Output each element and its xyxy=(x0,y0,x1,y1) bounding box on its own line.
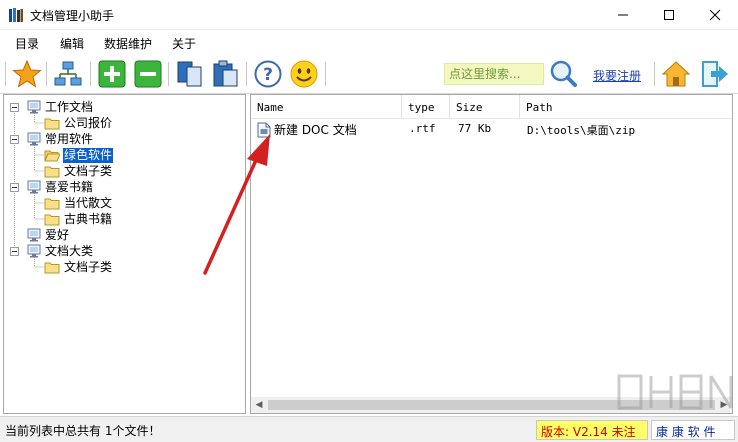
tree-node[interactable]: 绿色软件 xyxy=(44,147,114,163)
tree-node-label: 常用软件 xyxy=(45,131,94,146)
star-icon[interactable] xyxy=(12,59,42,89)
document-file-icon xyxy=(257,122,271,138)
tree-node-label: 公司报价 xyxy=(64,115,113,130)
tree-node[interactable]: 古典书籍 xyxy=(44,211,113,227)
status-message: 当前列表中总共有 1个文件！ xyxy=(5,424,161,438)
tree-node-label: 古典书籍 xyxy=(64,211,113,226)
tree-node-label: 工作文档 xyxy=(45,99,94,114)
column-type[interactable]: type xyxy=(402,95,450,119)
minimize-button[interactable] xyxy=(600,0,646,30)
tree-node-label: 当代散文 xyxy=(64,195,113,210)
computer-icon xyxy=(27,244,41,258)
column-path[interactable]: Path xyxy=(520,95,732,119)
close-icon xyxy=(709,9,721,21)
folder-icon xyxy=(44,118,60,129)
tree-node[interactable]: 当代散文 xyxy=(44,195,113,211)
folder-icon xyxy=(44,166,60,177)
file-path: D:\tools\桌面\zip xyxy=(527,124,636,137)
search-icon[interactable] xyxy=(548,59,578,89)
list-header: Name type Size Path xyxy=(251,95,732,119)
search-input[interactable]: 点这里搜索... xyxy=(444,63,544,85)
close-button[interactable] xyxy=(692,0,738,30)
tree-node-label: 爱好 xyxy=(45,227,70,242)
tree-collapse-icon[interactable] xyxy=(10,134,19,144)
toolbar-separator xyxy=(90,62,91,86)
tree-collapse-icon[interactable] xyxy=(10,102,19,112)
window-title: 文档管理小助手 xyxy=(30,9,115,23)
tree-node-label: 绿色软件 xyxy=(63,147,114,163)
tree-node[interactable]: 文档大类 xyxy=(10,243,94,259)
register-link[interactable]: 我要注册 xyxy=(593,67,641,84)
menu-catalog[interactable]: 目录 xyxy=(15,35,39,52)
tree-node[interactable]: 文档子类 xyxy=(44,259,113,275)
network-icon[interactable] xyxy=(53,59,83,89)
menu-about[interactable]: 关于 xyxy=(172,35,196,52)
computer-icon xyxy=(27,180,41,194)
menu-edit[interactable]: 编辑 xyxy=(60,35,84,52)
tree-node[interactable]: 公司报价 xyxy=(44,115,113,131)
watermark-logo-icon xyxy=(617,374,733,410)
column-name[interactable]: Name xyxy=(251,95,402,119)
svg-text:?: ? xyxy=(263,65,273,85)
help-icon[interactable]: ? xyxy=(253,59,283,89)
smiley-icon[interactable] xyxy=(289,59,319,89)
version-badge: 版本: V2.14 未注册 xyxy=(536,420,648,440)
file-type: .rtf xyxy=(409,122,436,135)
toolbar-separator xyxy=(654,62,655,86)
maximize-icon xyxy=(664,10,674,20)
tree-node[interactable]: 工作文档 xyxy=(10,99,94,115)
file-size: 77 Kb xyxy=(458,122,492,135)
exit-icon[interactable] xyxy=(700,59,730,89)
menu-data-maintenance[interactable]: 数据维护 xyxy=(104,35,152,52)
folder-open-icon xyxy=(44,150,60,161)
folder-icon xyxy=(44,198,60,209)
tree-node-label: 喜爱书籍 xyxy=(45,179,94,194)
computer-icon xyxy=(27,228,41,242)
tree-node-label: 文档子类 xyxy=(64,259,113,274)
tree-node[interactable]: 文档子类 xyxy=(44,163,113,179)
tree-node-label: 文档大类 xyxy=(45,243,94,258)
copy-icon[interactable] xyxy=(175,59,205,89)
tree-node[interactable]: 喜爱书籍 xyxy=(10,179,94,195)
folder-icon xyxy=(44,262,60,273)
toolbar-separator xyxy=(246,62,247,86)
toolbar-separator xyxy=(168,62,169,86)
toolbar: ? 点这里搜索... 我要注册 xyxy=(0,56,738,94)
status-bar: 当前列表中总共有 1个文件！ 版本: V2.14 未注册 康 康 软 件 xyxy=(0,416,738,442)
maximize-button[interactable] xyxy=(646,0,692,30)
tree-node[interactable]: 常用软件 xyxy=(10,131,94,147)
menu-bar: 目录 编辑 数据维护 关于 xyxy=(0,30,738,56)
computer-icon xyxy=(27,100,41,114)
add-icon[interactable] xyxy=(97,59,127,89)
paste-icon[interactable] xyxy=(210,59,240,89)
toolbar-separator xyxy=(325,62,326,86)
toolbar-separator xyxy=(5,62,6,86)
scroll-left-icon[interactable]: ◀ xyxy=(251,400,267,410)
file-list[interactable]: Name type Size Path 新建 DOC 文档 .rtf 77 Kb… xyxy=(250,94,733,414)
minimize-icon xyxy=(618,14,628,16)
folder-icon xyxy=(44,214,60,225)
brand-label: 康 康 软 件 xyxy=(651,420,735,440)
tree-collapse-icon[interactable] xyxy=(10,182,19,192)
toolbar-separator xyxy=(46,62,47,86)
tree-node[interactable]: 爱好 xyxy=(10,227,70,243)
file-name: 新建 DOC 文档 xyxy=(274,123,357,137)
app-books-icon xyxy=(9,8,23,22)
title-bar: 文档管理小助手 xyxy=(0,0,738,30)
computer-icon xyxy=(27,132,41,146)
column-size[interactable]: Size xyxy=(450,95,520,119)
category-tree[interactable]: 工作文档 公司报价 常用软件 绿色软件 文档子类 喜爱书籍 当代散文 古典书籍 爱好 文档大类 文档… xyxy=(3,94,246,414)
home-icon[interactable] xyxy=(661,59,691,89)
remove-icon[interactable] xyxy=(133,59,163,89)
tree-collapse-icon[interactable] xyxy=(10,246,19,256)
tree-node-label: 文档子类 xyxy=(64,163,113,178)
